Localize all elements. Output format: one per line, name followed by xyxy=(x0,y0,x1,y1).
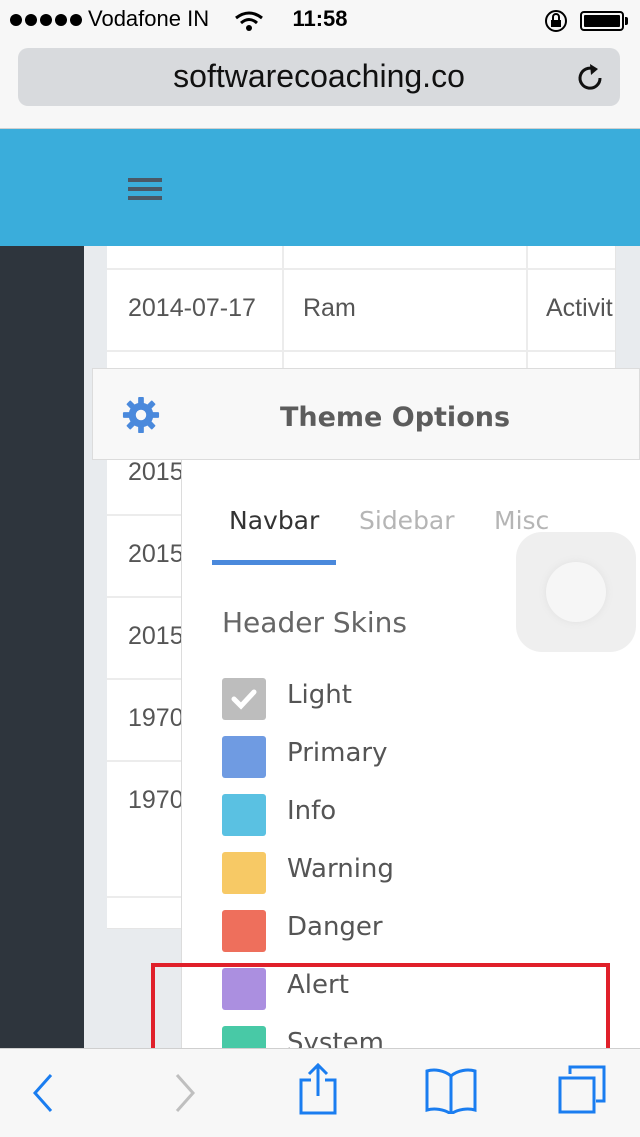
skin-label[interactable]: Light xyxy=(287,680,352,710)
skin-label[interactable]: Info xyxy=(287,796,336,826)
rotation-lock-icon xyxy=(545,10,567,32)
skin-swatch-warning[interactable] xyxy=(222,852,266,894)
reload-icon[interactable] xyxy=(576,62,606,94)
table-cell-date: 1970 xyxy=(128,786,181,814)
skin-swatch-info[interactable] xyxy=(222,794,266,836)
battery-icon xyxy=(580,11,624,31)
section-title: Header Skins xyxy=(222,606,407,639)
table-cell-date: 2015 xyxy=(128,458,181,486)
book-icon[interactable] xyxy=(424,1066,478,1114)
checkmark-icon xyxy=(231,689,257,710)
tabs-icon[interactable] xyxy=(556,1064,608,1116)
back-chevron-icon[interactable] xyxy=(30,1072,56,1114)
assistive-touch-button[interactable] xyxy=(516,532,636,652)
skin-swatch-light[interactable] xyxy=(222,678,266,720)
table-cell-date: 2014-07-17 xyxy=(128,294,256,322)
skin-label[interactable]: Warning xyxy=(287,854,394,884)
table-cell-name: Ram xyxy=(303,294,356,322)
forward-chevron-icon[interactable] xyxy=(172,1072,198,1114)
highlight-box xyxy=(151,963,610,1058)
active-tab-indicator xyxy=(212,560,336,565)
table-cell-activity: Activit xyxy=(546,294,613,322)
tab-misc[interactable]: Misc xyxy=(494,506,549,535)
skin-label[interactable]: Danger xyxy=(287,912,383,942)
hamburger-icon[interactable] xyxy=(128,178,162,205)
theme-options-title: Theme Options xyxy=(279,402,511,433)
skin-swatch-danger[interactable] xyxy=(222,910,266,952)
status-bar: Vodafone IN 11:58 xyxy=(0,0,640,42)
app-header xyxy=(0,129,640,246)
table-cell-date: 2015 xyxy=(128,540,181,568)
sidebar xyxy=(0,246,84,1048)
skin-label[interactable]: Primary xyxy=(287,738,387,768)
skin-swatch-primary[interactable] xyxy=(222,736,266,778)
url-text[interactable]: softwarecoaching.co xyxy=(18,58,620,95)
tab-sidebar[interactable]: Sidebar xyxy=(359,506,455,535)
gear-icon[interactable] xyxy=(122,396,160,434)
share-icon[interactable] xyxy=(298,1062,338,1116)
tab-navbar[interactable]: Navbar xyxy=(229,506,319,535)
table-cell-date: 1970 xyxy=(128,704,181,732)
table-cell-date: 2015 xyxy=(128,622,181,650)
